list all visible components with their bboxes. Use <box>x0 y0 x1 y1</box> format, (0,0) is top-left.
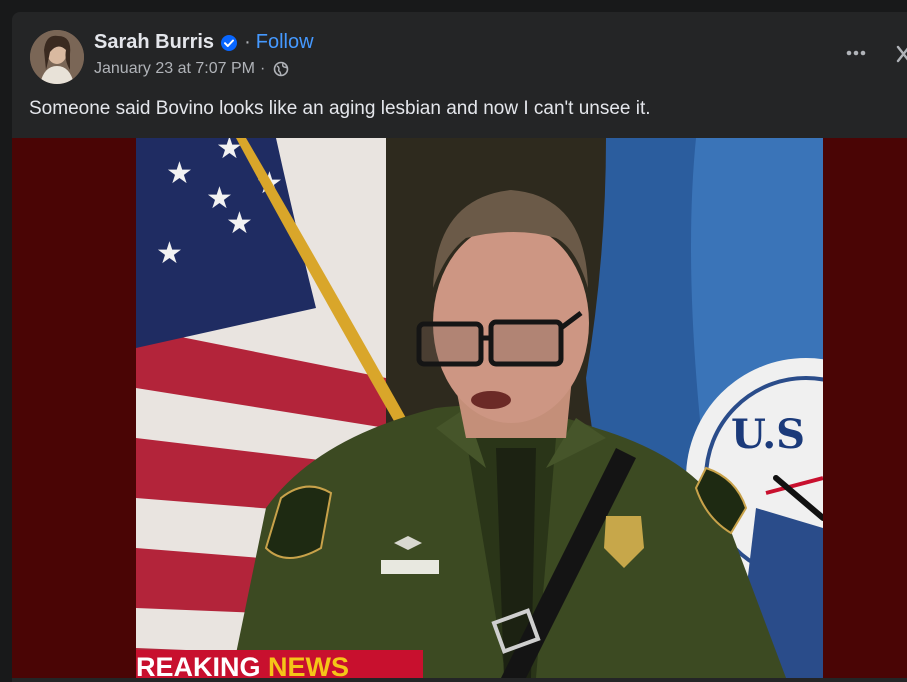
svg-text:★: ★ <box>156 236 183 271</box>
globe-icon[interactable] <box>273 61 289 77</box>
more-options-icon[interactable] <box>842 42 872 64</box>
video-frame[interactable]: ★ ★ ★ ★ ★ ★ U.S <box>136 138 823 678</box>
post-divider <box>12 678 907 682</box>
author-row: Sarah Burris · Follow <box>94 31 314 54</box>
meta-separator: · <box>259 60 266 77</box>
post-meta: January 23 at 7:07 PM · <box>94 60 289 78</box>
dot-separator: · <box>244 31 251 53</box>
avatar-image <box>30 30 84 84</box>
post-timestamp[interactable]: January 23 at 7:07 PM <box>94 60 255 78</box>
seal-text: U.S <box>731 411 805 458</box>
author-name[interactable]: Sarah Burris <box>94 31 214 54</box>
post-card: Sarah Burris · Follow January 23 at 7:07… <box>12 12 907 682</box>
close-icon[interactable] <box>892 42 907 66</box>
breaking-news-text: REAKING NEWS <box>136 652 349 678</box>
verified-badge-icon <box>220 34 238 52</box>
svg-text:★: ★ <box>166 156 193 191</box>
post-caption: Someone said Bovino looks like an aging … <box>29 98 651 119</box>
svg-text:★: ★ <box>226 206 253 241</box>
press-conference-image: ★ ★ ★ ★ ★ ★ U.S <box>136 138 823 678</box>
post-media[interactable]: ★ ★ ★ ★ ★ ★ U.S <box>12 138 907 678</box>
follow-button[interactable]: Follow <box>256 31 314 54</box>
author-avatar[interactable] <box>30 30 84 84</box>
